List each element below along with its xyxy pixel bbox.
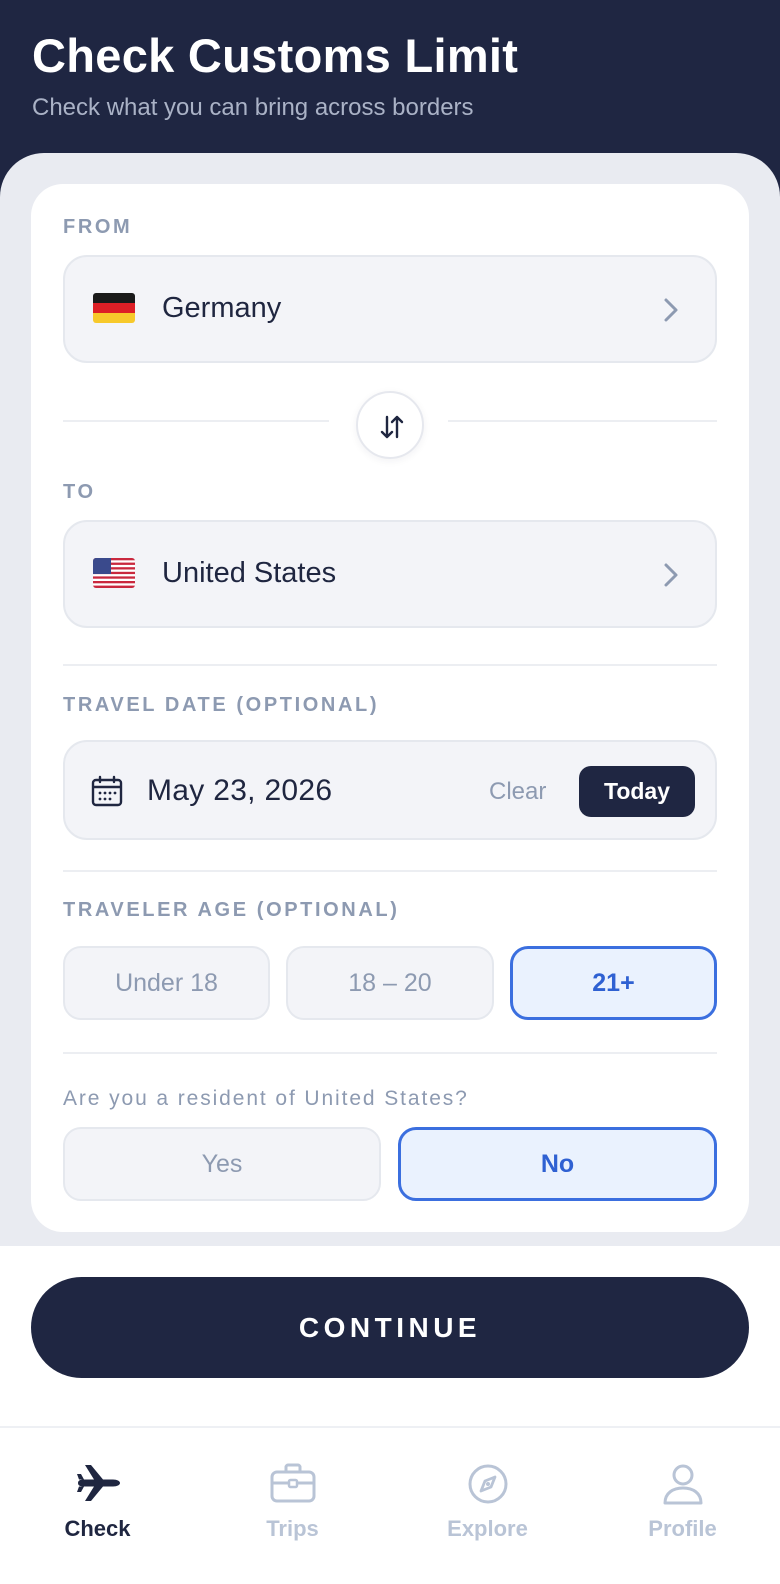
us-flag-icon xyxy=(93,558,135,588)
compass-icon xyxy=(468,1464,507,1504)
traveler-age-label: TRAVELER AGE (OPTIONAL) xyxy=(63,899,400,921)
travel-date-value: May 23, 2026 xyxy=(147,774,333,807)
continue-button[interactable]: CONTINUE xyxy=(31,1277,749,1378)
tab-label-trips: Trips xyxy=(266,1516,319,1541)
clear-date-button[interactable]: Clear xyxy=(489,778,546,806)
resident-yes-option[interactable]: Yes xyxy=(63,1127,381,1201)
age-option-21-plus[interactable]: 21+ xyxy=(510,946,717,1020)
tab-bar: Check Trips Explore Profile xyxy=(0,1426,780,1584)
airplane-icon xyxy=(76,1465,120,1501)
from-country-name: Germany xyxy=(162,292,282,324)
germany-flag-icon xyxy=(93,293,135,323)
travel-date-field[interactable]: May 23, 2026 Clear Today xyxy=(63,740,717,840)
to-country-selector[interactable]: United States xyxy=(63,520,717,628)
today-button[interactable]: Today xyxy=(579,766,695,817)
swap-divider-left xyxy=(63,420,329,422)
person-icon xyxy=(663,1464,702,1505)
tab-label-explore: Explore xyxy=(447,1516,528,1541)
age-option-18-20[interactable]: 18 – 20 xyxy=(286,946,494,1020)
swap-countries-button[interactable] xyxy=(356,391,424,459)
tab-check[interactable]: Check xyxy=(0,1428,195,1584)
to-country-name: United States xyxy=(162,557,337,589)
from-country-selector[interactable]: Germany xyxy=(63,255,717,363)
section-divider xyxy=(63,870,717,872)
tab-trips[interactable]: Trips xyxy=(195,1428,390,1584)
swap-divider-right xyxy=(448,420,717,422)
section-divider xyxy=(63,1052,717,1054)
chevron-right-icon xyxy=(664,298,678,322)
from-label: FROM xyxy=(63,216,133,238)
resident-no-option[interactable]: No xyxy=(398,1127,717,1201)
tab-label-check: Check xyxy=(64,1516,131,1541)
travel-date-label: TRAVEL DATE (OPTIONAL) xyxy=(63,694,380,716)
tab-label-profile: Profile xyxy=(648,1516,717,1541)
chevron-right-icon xyxy=(664,563,678,587)
briefcase-icon xyxy=(270,1463,315,1503)
to-label: TO xyxy=(63,481,96,503)
calendar-icon xyxy=(91,775,123,807)
swap-arrows-icon xyxy=(380,415,404,439)
resident-question: Are you a resident of United States? xyxy=(63,1087,469,1110)
tab-profile[interactable]: Profile xyxy=(585,1428,780,1584)
age-option-under-18[interactable]: Under 18 xyxy=(63,946,270,1020)
page-title: Check Customs Limit xyxy=(32,29,519,82)
tab-explore[interactable]: Explore xyxy=(390,1428,585,1584)
section-divider xyxy=(63,664,717,666)
page-subtitle: Check what you can bring across borders xyxy=(32,94,474,121)
